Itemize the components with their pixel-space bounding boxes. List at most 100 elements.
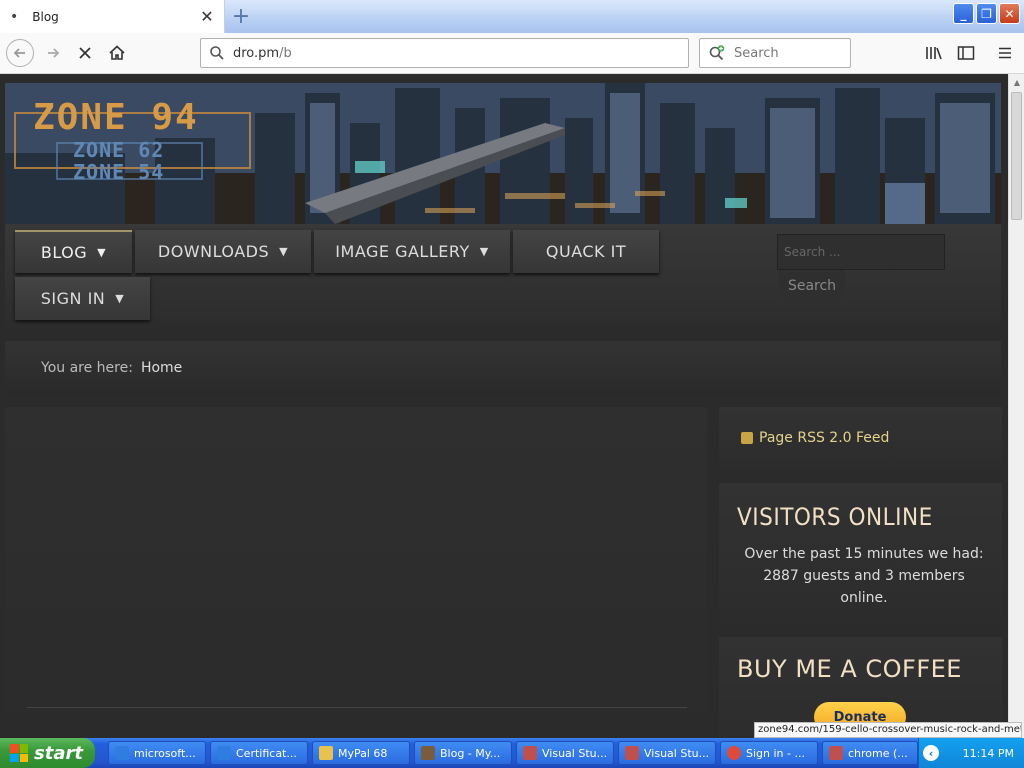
chevron-down-icon: ▼ [479, 245, 489, 258]
breadcrumb-home-link[interactable]: Home [141, 360, 182, 376]
browser-search-box[interactable]: Search [699, 38, 851, 68]
search-engine-add-icon [709, 45, 725, 61]
search-icon [210, 46, 224, 60]
visual-studio-icon [523, 746, 537, 760]
ie-icon [217, 746, 231, 760]
taskbar-item[interactable]: Visual Stu... [516, 741, 614, 765]
taskbar-item[interactable]: Visual Stu... [618, 741, 716, 765]
url-host: dro.pm [233, 45, 280, 61]
visual-studio-icon [625, 746, 639, 760]
taskbar-item[interactable]: MyPal 68 [312, 741, 410, 765]
menu-item-image-gallery[interactable]: IMAGE GALLERY ▼ [314, 230, 510, 273]
web-page: ZONE 94 ZONE 62 ZONE 54 BLOG ▼ DOWNLOADS… [0, 74, 1008, 738]
arrow-left-icon [13, 48, 25, 58]
taskbar-item[interactable]: chrome (... [822, 741, 918, 765]
new-tab-button[interactable]: + [229, 4, 253, 29]
site-search-button[interactable]: Search [779, 270, 845, 302]
browser-icon [421, 746, 435, 760]
library-button[interactable] [922, 41, 946, 65]
navigation-toolbar: dro.pm/b Search [0, 33, 1024, 74]
stop-icon [79, 47, 91, 59]
taskbar-item-label: Visual Stu... [542, 746, 608, 760]
chevron-down-icon: ▼ [115, 292, 125, 305]
hamburger-menu-icon [999, 47, 1011, 59]
taskbar-item-label: Sign in - ... [746, 746, 805, 760]
taskbar-item[interactable]: Sign in - ... [720, 741, 818, 765]
sidebar-button[interactable] [954, 41, 978, 65]
menu-quack-it-label: QUACK IT [545, 242, 627, 261]
taskbar-item[interactable]: Certificat... [210, 741, 308, 765]
stop-loading-button[interactable] [71, 39, 99, 67]
back-button[interactable] [6, 39, 34, 67]
home-button[interactable] [103, 39, 131, 67]
scrollbar-thumb[interactable] [1011, 92, 1022, 220]
site-logo-main[interactable]: ZONE 94 [33, 97, 199, 138]
chevron-down-icon: ▼ [97, 246, 107, 259]
main-content-area [5, 407, 707, 738]
menu-item-sign-in[interactable]: SIGN IN ▼ [15, 277, 150, 320]
taskbar-item-label: chrome (... [848, 746, 908, 760]
arrow-right-icon [48, 48, 60, 58]
url-path: /b [279, 45, 292, 61]
status-link-preview: zone94.com/159-cello-crossover-music-roc… [754, 722, 1022, 738]
browser-title-bar: • Blog ✕ + _ ❐ ✕ [0, 0, 1024, 33]
start-label: start [34, 742, 83, 764]
taskbar-item-label: Visual Stu... [644, 746, 710, 760]
taskbar-item-label: Blog - My... [440, 746, 501, 760]
rss-feed-module: Page RSS 2.0 Feed [719, 407, 1002, 469]
taskbar-item[interactable]: microsoft... [108, 741, 206, 765]
tab-loading-dot-icon: • [10, 8, 19, 25]
ie-icon [115, 746, 129, 760]
chevron-left-icon[interactable]: ‹ [923, 745, 939, 761]
clock: 11:14 PM [962, 746, 1014, 760]
address-bar[interactable]: dro.pm/b [200, 38, 689, 68]
menu-image-gallery-label: IMAGE GALLERY [335, 242, 470, 261]
minimize-button[interactable]: _ [953, 3, 974, 24]
start-button[interactable]: start [0, 738, 95, 768]
address-text: dro.pm/b [233, 46, 292, 61]
site-search-input[interactable]: Search ... [777, 234, 945, 270]
site-logo-sub2: ZONE 54 [73, 160, 165, 184]
menu-sign-in-label: SIGN IN [40, 289, 106, 308]
windows-flag-icon [10, 744, 28, 762]
app-icon [829, 746, 843, 760]
chrome-icon [727, 746, 741, 760]
scroll-up-icon[interactable]: ▲ [1009, 74, 1024, 90]
menu-blog-label: BLOG [40, 243, 88, 262]
chevron-down-icon: ▼ [279, 245, 289, 258]
tab-title: Blog [32, 9, 59, 24]
menu-item-blog[interactable]: BLOG ▼ [15, 230, 132, 273]
rss-icon [741, 432, 753, 444]
menu-downloads-label: DOWNLOADS [157, 242, 270, 261]
page-scrollbar[interactable]: ▲ [1008, 74, 1024, 738]
window-close-button[interactable]: ✕ [999, 3, 1020, 24]
content-divider [27, 707, 687, 708]
windows-taskbar: start microsoft... Certificat... MyPal 6… [0, 738, 1024, 768]
breadcrumb: You are here: Home [5, 341, 1001, 395]
browser-search-placeholder: Search [734, 45, 779, 61]
restore-button[interactable]: ❐ [976, 3, 997, 24]
rss-feed-link[interactable]: Page RSS 2.0 Feed [759, 430, 889, 446]
browser-tab-blog[interactable]: • Blog ✕ [0, 0, 225, 33]
menu-item-downloads[interactable]: DOWNLOADS ▼ [135, 230, 311, 273]
window-controls: _ ❐ ✕ [953, 3, 1020, 24]
system-tray: ‹ 11:14 PM [918, 738, 1024, 768]
menu-item-quack-it[interactable]: QUACK IT [513, 230, 659, 273]
site-logo-sub1: ZONE 62 [73, 138, 165, 162]
taskbar-item-label: MyPal 68 [338, 746, 388, 760]
folder-icon [319, 746, 333, 760]
home-icon [109, 45, 125, 60]
visitors-online-text: Over the past 15 minutes we had: 2887 gu… [744, 546, 984, 606]
site-search-placeholder: Search ... [784, 245, 841, 259]
taskbar-item[interactable]: Blog - My... [414, 741, 512, 765]
forward-button[interactable] [39, 39, 67, 67]
menu-button[interactable] [993, 41, 1017, 65]
tab-close-icon[interactable]: ✕ [196, 6, 218, 28]
visitors-online-module: VISITORS ONLINE Over the past 15 minutes… [719, 483, 1002, 623]
breadcrumb-prefix: You are here: [41, 360, 133, 376]
buy-me-a-coffee-title: BUY ME A COFFEE [737, 655, 962, 683]
library-icon [926, 47, 942, 60]
sidebar-icon [957, 46, 975, 60]
taskbar-item-label: Certificat... [236, 746, 297, 760]
visitors-online-title: VISITORS ONLINE [737, 503, 933, 531]
